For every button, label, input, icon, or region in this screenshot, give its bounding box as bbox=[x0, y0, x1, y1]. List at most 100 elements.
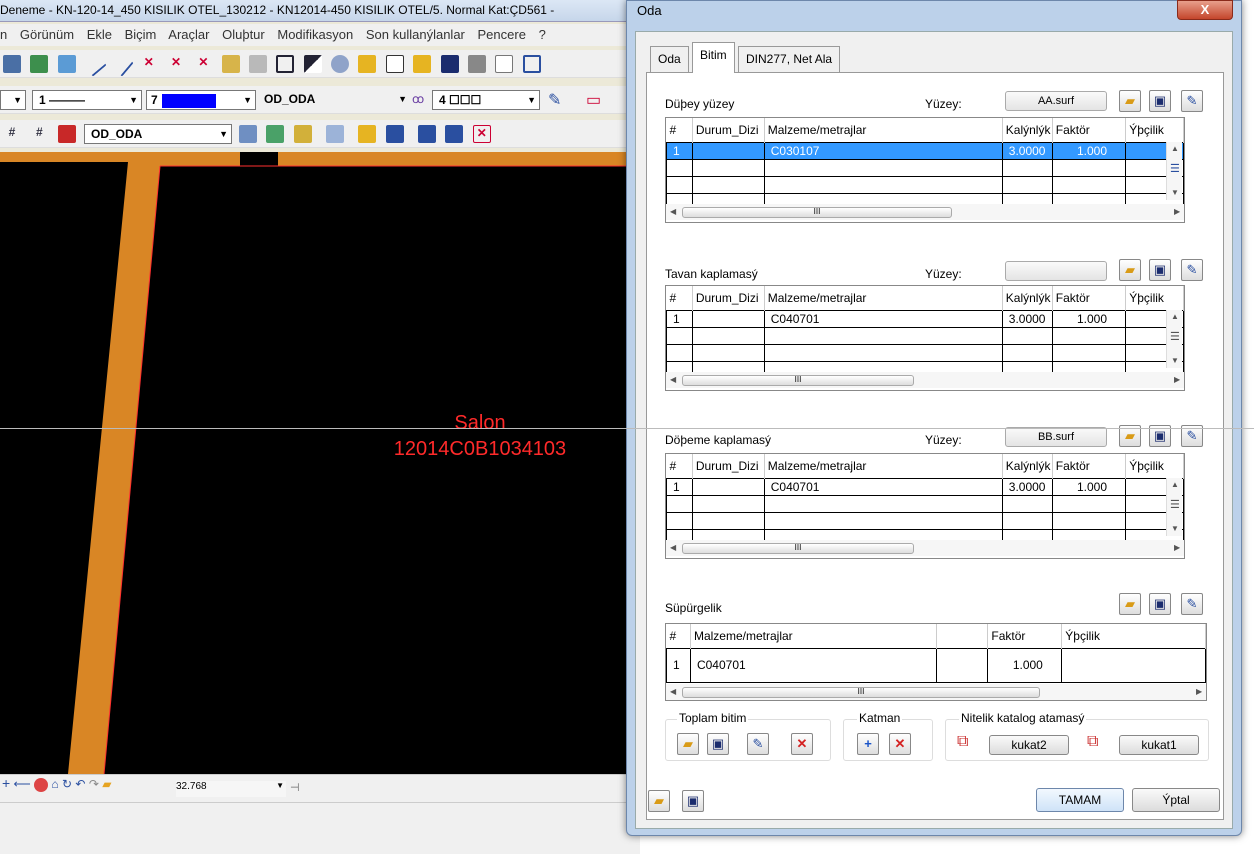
cell-number[interactable]: 1 bbox=[666, 141, 693, 160]
open-surface-button[interactable]: ▰ bbox=[1119, 90, 1141, 112]
col-labor[interactable]: Ýþçilik bbox=[1125, 118, 1184, 142]
col-factor[interactable]: Faktör bbox=[1052, 118, 1127, 142]
cell-factor[interactable]: 1.000 bbox=[1051, 141, 1127, 160]
menu-item-modify[interactable]: Modifikasyon bbox=[277, 27, 353, 42]
col-labor[interactable]: Ýþçilik bbox=[1125, 454, 1184, 478]
cell-number[interactable]: 1 bbox=[666, 477, 693, 496]
color-select[interactable]: 7 ▼ bbox=[146, 90, 256, 110]
globe-icon[interactable] bbox=[331, 55, 350, 73]
menu-item-recent[interactable]: Son kullanýlanlar bbox=[366, 27, 465, 42]
menu-item-insert[interactable]: Ekle bbox=[87, 27, 112, 42]
col-blank[interactable] bbox=[936, 624, 989, 648]
cell-material[interactable]: C040701 bbox=[763, 309, 1003, 328]
table-row[interactable]: 1 C030107 3.0000 1.000 bbox=[666, 141, 1184, 160]
cell-factor[interactable]: 1.000 bbox=[1051, 309, 1127, 328]
pen-link-icon[interactable]: ꝏ bbox=[412, 92, 424, 106]
paste-icon[interactable] bbox=[445, 125, 464, 143]
home-icon[interactable]: ⌂ bbox=[51, 777, 58, 791]
col-factor[interactable]: Faktör bbox=[1052, 454, 1127, 478]
redo-view-icon[interactable]: ↷ bbox=[89, 777, 99, 791]
line-icon[interactable] bbox=[81, 51, 107, 77]
save-room-button[interactable]: ▣ bbox=[682, 790, 704, 812]
table-row-empty[interactable] bbox=[666, 326, 1184, 345]
cell-blank[interactable] bbox=[935, 647, 989, 683]
vertical-scrollbar[interactable]: ▲ ☰ ▼ bbox=[1166, 478, 1182, 536]
copy-icon[interactable] bbox=[418, 125, 437, 143]
linetype-select[interactable]: 1 ——— ▼ bbox=[32, 90, 142, 110]
col-material[interactable]: Malzeme/metrajlar bbox=[690, 624, 937, 648]
layer-select-2[interactable]: OD_ODA ▼ bbox=[84, 124, 232, 144]
extend-icon[interactable]: ✕ bbox=[167, 55, 185, 73]
surface-field-floor[interactable]: BB.surf bbox=[1005, 427, 1107, 447]
cell-status[interactable] bbox=[691, 141, 765, 160]
pen-icon[interactable]: ✎ bbox=[548, 90, 561, 110]
scroll-thumb[interactable]: III bbox=[682, 375, 914, 386]
col-labor[interactable]: Ýþçilik bbox=[1061, 624, 1206, 648]
fit-icon[interactable] bbox=[249, 55, 268, 73]
pan-icon[interactable]: + bbox=[2, 775, 10, 791]
preview-icon[interactable] bbox=[495, 55, 514, 73]
col-thickness[interactable]: Kalýnlýk bbox=[1002, 286, 1053, 310]
scroll-thumb[interactable]: III bbox=[682, 687, 1040, 698]
width-select[interactable]: 4 ☐☐☐ ▼ bbox=[432, 90, 540, 110]
grid-icon[interactable] bbox=[30, 55, 49, 73]
surface-field-vertical[interactable]: AA.surf bbox=[1005, 91, 1107, 111]
col-number[interactable]: # bbox=[666, 454, 693, 478]
open-skirting-button[interactable]: ▰ bbox=[1119, 593, 1141, 615]
pin-icon[interactable]: ⊣ bbox=[290, 781, 300, 794]
tab-bitim[interactable]: Bitim bbox=[692, 42, 735, 73]
col-thickness[interactable]: Kalýnlýk bbox=[1002, 118, 1053, 142]
table-row-empty[interactable] bbox=[666, 175, 1184, 194]
col-material[interactable]: Malzeme/metrajlar bbox=[764, 454, 1003, 478]
hatch-icon[interactable] bbox=[303, 55, 322, 73]
menu-item-view[interactable]: Görünüm bbox=[20, 27, 74, 42]
export-icon[interactable] bbox=[385, 125, 404, 143]
cell-status[interactable] bbox=[691, 477, 765, 496]
col-number[interactable]: # bbox=[666, 624, 691, 648]
cell-material[interactable]: C030107 bbox=[763, 141, 1003, 160]
layer-check-icon[interactable] bbox=[293, 125, 312, 143]
sheet-icon[interactable] bbox=[326, 125, 345, 143]
menu-item-help[interactable]: ? bbox=[539, 27, 546, 42]
add-layer-button[interactable]: + bbox=[857, 733, 879, 755]
cell-status[interactable] bbox=[691, 309, 765, 328]
edit-icon[interactable] bbox=[358, 125, 377, 143]
save-skirting-button[interactable]: ▣ bbox=[1149, 593, 1171, 615]
delete-icon[interactable]: ✕ bbox=[472, 125, 491, 143]
print-icon[interactable] bbox=[467, 55, 486, 73]
dimension-icon[interactable] bbox=[3, 55, 21, 73]
kukat1-button[interactable]: kukat1 bbox=[1119, 735, 1199, 755]
surface-field-ceiling[interactable] bbox=[1005, 261, 1107, 281]
col-number[interactable]: # bbox=[666, 286, 693, 310]
tab-oda[interactable]: Oda bbox=[650, 46, 689, 72]
delete-total-button[interactable]: ✕ bbox=[791, 733, 813, 755]
scroll-thumb[interactable]: III bbox=[682, 543, 914, 554]
undo-view-icon[interactable]: ↶ bbox=[75, 777, 85, 791]
table-row-empty[interactable] bbox=[666, 494, 1184, 513]
hash-icon[interactable]: # bbox=[3, 125, 21, 143]
prev-dropdown[interactable]: ▼ bbox=[0, 90, 26, 110]
cell-labor[interactable] bbox=[1061, 647, 1206, 683]
pick-surface-button[interactable]: ✎ bbox=[1181, 259, 1203, 281]
menu-item-tools[interactable]: Araçlar bbox=[168, 27, 209, 42]
horizontal-scrollbar[interactable]: ◀ III ▶ bbox=[666, 540, 1184, 556]
new-file-icon[interactable] bbox=[385, 55, 404, 73]
rotate-icon[interactable]: ↻ bbox=[62, 777, 72, 791]
ok-button[interactable]: TAMAM bbox=[1036, 788, 1124, 812]
open-surface-button[interactable]: ▰ bbox=[1119, 259, 1141, 281]
cell-factor[interactable]: 1.000 bbox=[1051, 477, 1127, 496]
col-factor[interactable]: Faktör bbox=[987, 624, 1063, 648]
menu-item-format[interactable]: Biçim bbox=[125, 27, 157, 42]
save-icon[interactable] bbox=[440, 55, 459, 73]
save-surface-button[interactable]: ▣ bbox=[1149, 259, 1171, 281]
horizontal-scrollbar[interactable]: ◀ III ▶ bbox=[666, 204, 1184, 220]
cell-thickness[interactable]: 3.0000 bbox=[1001, 309, 1053, 328]
layer-select[interactable]: OD_ODA ▼ bbox=[258, 90, 410, 110]
object-icon[interactable] bbox=[57, 125, 76, 143]
col-status[interactable]: Durum_Dizi bbox=[692, 454, 765, 478]
layer-manager-icon[interactable] bbox=[239, 125, 257, 143]
open-room-button[interactable]: ▰ bbox=[648, 790, 670, 812]
kukat2-button[interactable]: kukat2 bbox=[989, 735, 1069, 755]
zoom-field[interactable]: 32.768 ▼ bbox=[176, 781, 286, 797]
pick-skirting-button[interactable]: ✎ bbox=[1181, 593, 1203, 615]
